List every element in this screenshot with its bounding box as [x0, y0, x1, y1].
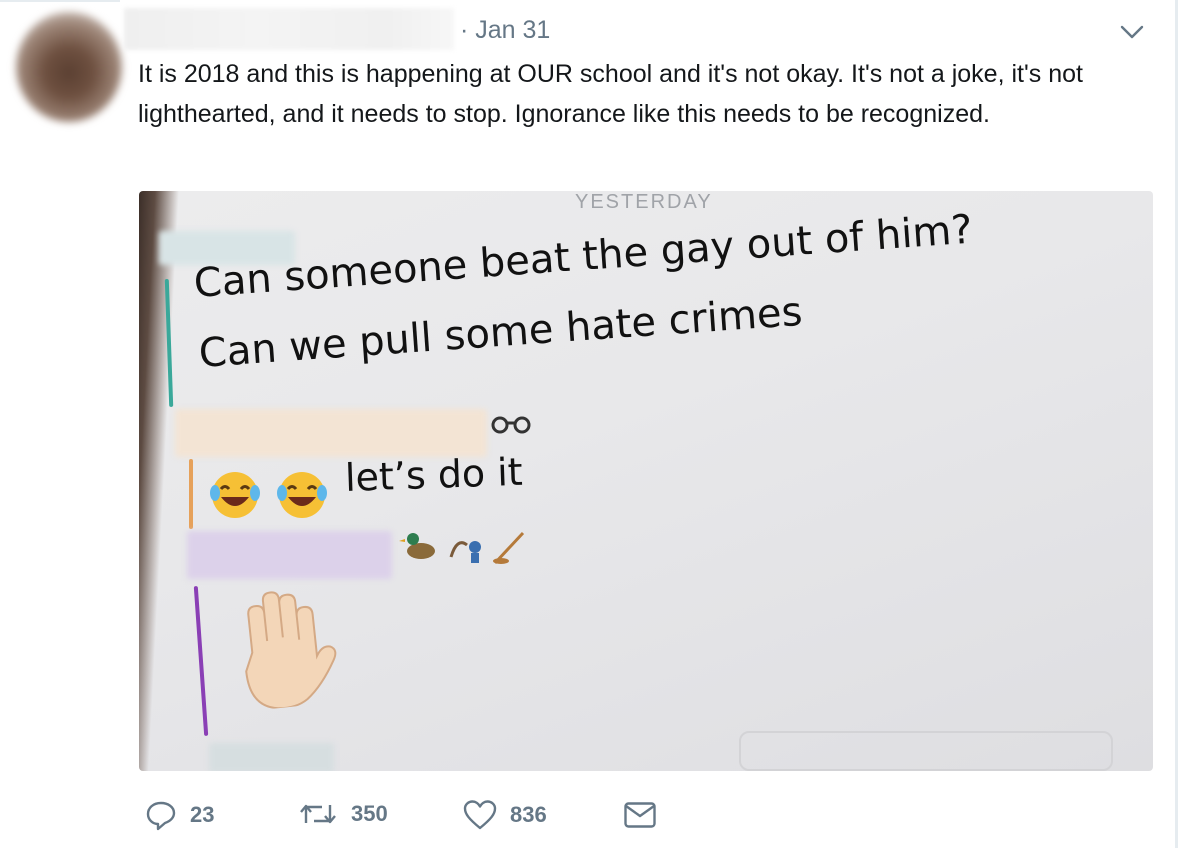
heart-icon [463, 800, 497, 830]
message-bar [189, 459, 193, 529]
top-divider [0, 0, 120, 2]
duck-emoji [399, 531, 525, 565]
laughing-crying-emoji [277, 472, 327, 518]
phone-edge [139, 191, 179, 771]
hand-emoji [245, 591, 337, 710]
like-count: 836 [510, 802, 547, 827]
message: Can someone beat the gay out of him? [192, 206, 974, 307]
retweet-count: 350 [351, 801, 388, 826]
chat-input-outline [739, 731, 1113, 771]
tweet-image[interactable]: YESTERDAY Can someone beat the gay out o… [139, 191, 1153, 771]
like-button[interactable]: 836 [463, 799, 547, 831]
reply-button[interactable]: 23 [145, 799, 214, 831]
envelope-icon [624, 802, 656, 828]
author-name-redacted[interactable] [124, 8, 454, 50]
redacted-username [187, 531, 392, 579]
reply-count: 23 [190, 802, 215, 827]
direct-message-button[interactable] [623, 801, 657, 829]
tweet-date[interactable]: · Jan 31 [460, 16, 550, 45]
reply-icon [146, 801, 176, 831]
retweet-button[interactable]: 350 [298, 799, 388, 829]
sunglasses-emoji [491, 416, 531, 434]
chevron-down-icon[interactable] [1119, 22, 1145, 42]
retweet-icon [300, 804, 336, 824]
redacted-username [175, 409, 487, 457]
tweet-text: It is 2018 and this is happening at OUR … [138, 60, 1083, 128]
avatar[interactable] [16, 12, 122, 122]
tweet-actions: 23 350 836 [0, 797, 1178, 837]
message: let’s do it [344, 449, 524, 500]
message-bar [193, 586, 209, 736]
redacted-username [209, 743, 334, 771]
laughing-crying-emoji [210, 472, 260, 518]
day-label: YESTERDAY [575, 191, 713, 213]
message: Can we pull some hate crimes [197, 288, 804, 377]
